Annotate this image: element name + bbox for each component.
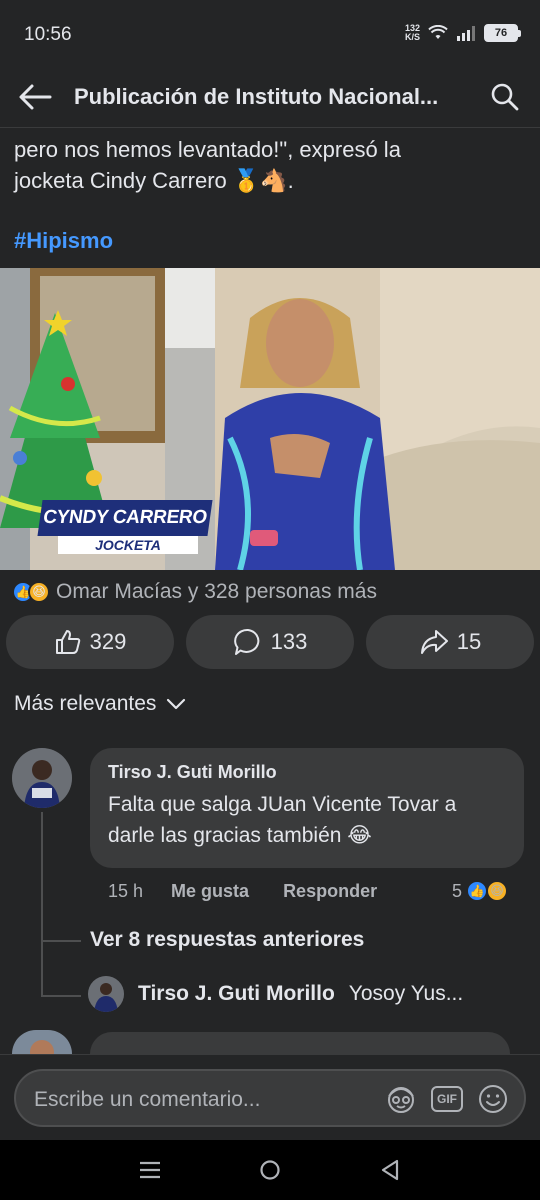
lower-third-name: CYNDY CARRERO [37, 500, 213, 536]
lower-third-role: JOCKETA [58, 536, 198, 554]
reactions-text: Omar Macías y 328 personas más [56, 580, 377, 603]
status-bar: 10:56 132 K/S 76 [0, 0, 540, 66]
reply-preview-row[interactable]: Tirso J. Guti Morillo Yosoy Yus... [88, 976, 528, 1012]
comment-reply-button[interactable]: Responder [283, 881, 377, 902]
thread-branch [41, 940, 81, 942]
thread-branch [41, 995, 81, 997]
search-button[interactable] [486, 78, 524, 116]
signal-icon [457, 26, 475, 41]
post-text: pero nos hemos levantado!", expresó la j… [14, 134, 524, 196]
reactions-summary[interactable]: 👍 😆 Omar Macías y 328 personas más [12, 578, 377, 606]
comment-meta: 15 h Me gusta Responder 5 👍 😆 [108, 880, 508, 902]
comment-count: 133 [270, 629, 308, 654]
reply-author: Tirso J. Guti Morillo [138, 982, 335, 1005]
view-previous-replies[interactable]: Ver 8 respuestas anteriores [90, 928, 364, 952]
status-time: 10:56 [24, 24, 72, 45]
gif-icon: GIF [431, 1086, 463, 1112]
comment-icon [233, 628, 259, 655]
chevron-down-icon [167, 698, 186, 710]
comment-composer: Escribe un comentario... GIF [0, 1054, 540, 1140]
emoji-icon [479, 1085, 507, 1113]
comment-time: 15 h [108, 880, 144, 901]
like-count: 329 [89, 629, 127, 654]
menu-icon [140, 1161, 160, 1179]
triangle-back-icon [381, 1159, 399, 1181]
comment-text: Falta que salga JUan Vicente Tovar a dar… [108, 793, 457, 847]
wifi-icon [428, 25, 448, 39]
emoji-button[interactable] [476, 1082, 510, 1116]
comment-reactions[interactable]: 5 👍 😆 [452, 880, 508, 902]
arrow-left-icon [19, 84, 52, 110]
comment-reaction-count: 5 [451, 880, 462, 901]
like-reaction-icon: 👍 [466, 880, 488, 902]
home-circle-icon [260, 1160, 280, 1180]
home-button[interactable] [250, 1150, 290, 1190]
comment-bubble[interactable]: Tirso J. Guti Morillo Falta que salga JU… [90, 748, 524, 868]
back-button[interactable] [16, 78, 54, 116]
gif-button[interactable]: GIF [430, 1082, 464, 1116]
avatar-image [12, 1030, 72, 1054]
status-icons: 132 K/S 76 [404, 23, 521, 42]
thread-line [41, 812, 43, 996]
thumbs-up-icon [55, 630, 80, 654]
avatar-sticker-button[interactable] [384, 1082, 418, 1116]
reply-preview-text: Yosoy Yus... [348, 982, 464, 1005]
avatar-image [88, 976, 124, 1012]
haha-reaction-icon: 😆 [486, 880, 508, 902]
network-speed: 132 K/S [404, 23, 420, 42]
share-icon [420, 630, 448, 654]
post-text-line: pero nos hemos levantado!", expresó la [14, 137, 401, 162]
system-back-button[interactable] [370, 1150, 410, 1190]
composer-icons: GIF [384, 1082, 510, 1116]
post-text-line: jocketa Cindy Carrero 🥇🐴. [14, 168, 294, 193]
sort-label: Más relevantes [14, 692, 157, 715]
hashtag-link[interactable]: #Hipismo [14, 228, 113, 254]
recent-apps-button[interactable] [130, 1150, 170, 1190]
avatar-sticker-icon [388, 1087, 414, 1113]
reply-avatar [88, 976, 124, 1012]
page-title: Publicación de Instituto Nacional... [74, 84, 439, 109]
comment-input[interactable]: Escribe un comentario... GIF [14, 1069, 526, 1127]
post-actions: 329 133 15 [6, 615, 534, 669]
comments-sort-dropdown[interactable]: Más relevantes [14, 692, 186, 716]
share-count: 15 [456, 629, 482, 654]
like-button[interactable]: 329 [6, 615, 174, 669]
post-video[interactable]: CYNDY CARRERO JOCKETA [0, 268, 540, 570]
battery-icon: 76 [484, 24, 521, 42]
system-nav-bar [0, 1140, 540, 1200]
comment-like-button[interactable]: Me gusta [171, 881, 249, 902]
reaction-icons: 👍 😆 [12, 581, 50, 603]
haha-reaction-icon: 😆 [28, 581, 50, 603]
comment-placeholder: Escribe un comentario... [34, 1088, 261, 1111]
comment-author[interactable]: Tirso J. Guti Morillo [108, 762, 506, 783]
avatar-image [12, 748, 72, 808]
top-app-bar: Publicación de Instituto Nacional... [0, 66, 540, 128]
share-button[interactable]: 15 [366, 615, 534, 669]
next-commenter-avatar[interactable] [12, 1030, 72, 1054]
search-icon [491, 83, 519, 111]
next-comment-bubble[interactable] [90, 1032, 510, 1054]
commenter-avatar[interactable] [12, 748, 72, 808]
comment-button[interactable]: 133 [186, 615, 354, 669]
